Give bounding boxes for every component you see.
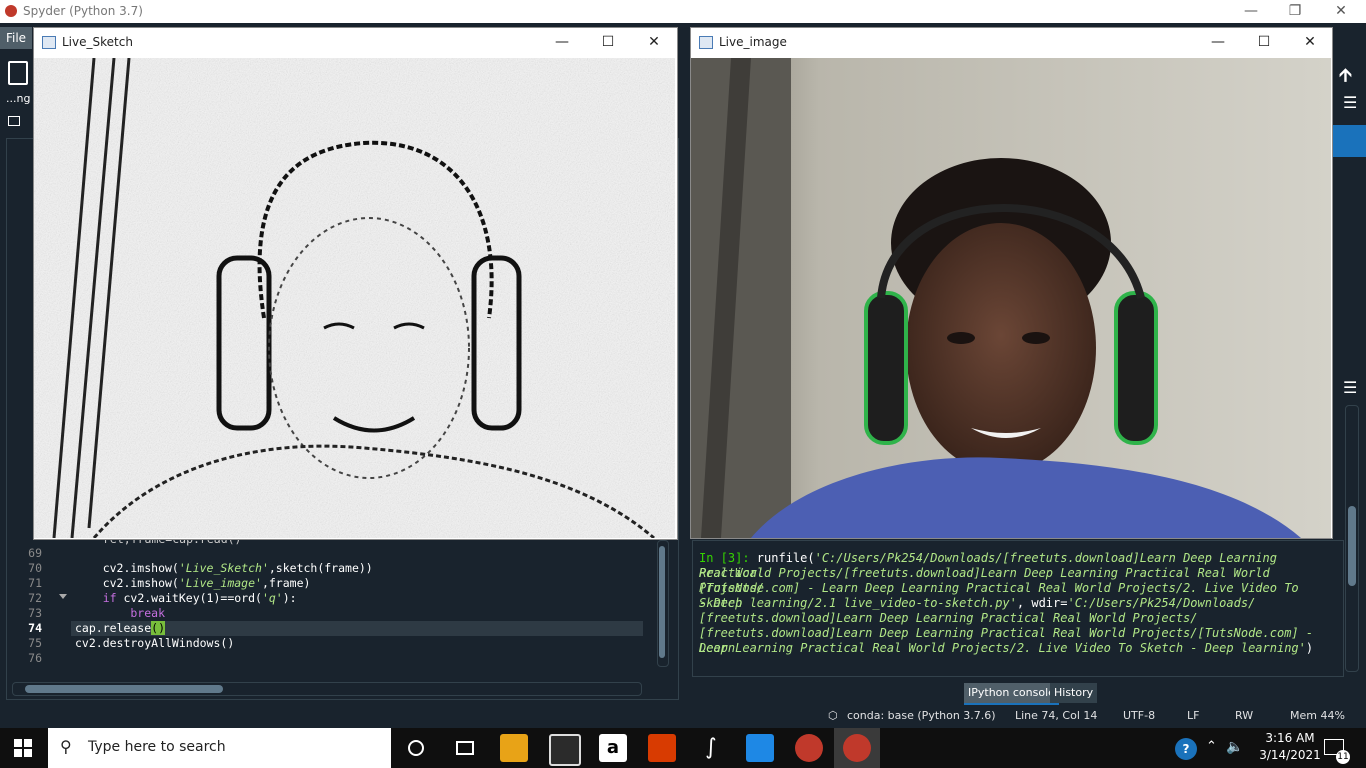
scrollbar-thumb[interactable] [1348, 506, 1356, 586]
right-pane-toolbar: 🡩 ☰ [1333, 57, 1366, 367]
close-button[interactable]: ✕ [631, 28, 677, 57]
maximize-button[interactable]: ❐ [1272, 0, 1318, 23]
editor-horizontal-scrollbar[interactable] [12, 682, 642, 696]
clock-time: 3:16 AM [1265, 731, 1315, 745]
maximize-button[interactable]: ☐ [585, 28, 631, 57]
help-icon[interactable]: ? [1175, 738, 1197, 760]
status-encoding: UTF-8 [1123, 709, 1156, 722]
scrollbar-thumb[interactable] [25, 685, 223, 693]
spyder-taskbar-icon[interactable] [795, 734, 823, 762]
status-cursor-position: Line 74, Col 14 [1015, 709, 1098, 722]
line-number: 69 [28, 546, 42, 560]
conda-icon: ⬡ [828, 709, 838, 722]
search-placeholder: Type here to search [88, 739, 226, 755]
office-icon[interactable] [648, 734, 676, 762]
editor-tab-label[interactable]: ...ng [6, 92, 30, 105]
tab-history[interactable]: History [1050, 683, 1098, 703]
pane-tab-selected[interactable] [1333, 125, 1366, 157]
window-app-icon [42, 36, 56, 49]
code-line[interactable]: break [75, 606, 165, 621]
console-line: - Deep learning/2.1 live_video-to-sketch… [699, 596, 1256, 610]
chevron-up-icon[interactable]: ⌃ [1206, 739, 1217, 754]
options-menu-icon[interactable]: ☰ [1343, 93, 1357, 112]
menu-file[interactable]: File [0, 27, 32, 49]
notification-badge: 11 [1336, 750, 1350, 764]
minimize-button[interactable]: — [539, 28, 585, 57]
scrollbar-thumb[interactable] [659, 546, 665, 658]
console-vertical-scrollbar[interactable] [1345, 405, 1359, 672]
clock-date: 3/14/2021 [1259, 748, 1321, 762]
taskbar-clock[interactable]: 3:16 AM 3/14/2021 [1250, 730, 1330, 764]
console-options-icon[interactable]: ☰ [1343, 378, 1357, 397]
spyder-logo-icon [5, 5, 17, 17]
line-number: 75 [28, 636, 42, 650]
line-number: 72 [28, 591, 42, 605]
live-sketch-title: Live_Sketch [62, 35, 133, 49]
status-conda-env: conda: base (Python 3.7.6) [847, 709, 996, 722]
minimize-button[interactable]: — [1195, 28, 1241, 57]
code-line[interactable]: cv2.destroyAllWindows() [75, 636, 234, 651]
new-file-icon[interactable] [8, 61, 28, 85]
editor-vertical-scrollbar[interactable] [657, 540, 669, 667]
status-memory: Mem 44% [1290, 709, 1345, 722]
up-arrow-icon[interactable]: 🡩 [1339, 63, 1352, 93]
line-number-current: 74 [28, 621, 42, 635]
line-number: 70 [28, 561, 42, 575]
code-line[interactable]: cv2.imshow('Live_image',frame) [75, 576, 311, 591]
minimize-button[interactable]: — [1228, 0, 1274, 23]
webcam-image [691, 58, 1331, 538]
file-explorer-icon[interactable] [500, 734, 528, 762]
windows-start-icon[interactable] [14, 739, 32, 757]
taskbar-search-box[interactable]: ⚲ Type here to search [48, 728, 391, 768]
line-number: 76 [28, 651, 42, 665]
live-sketch-title-bar[interactable]: Live_Sketch — ☐ ✕ [34, 28, 677, 57]
spyder-window-title: Spyder (Python 3.7) [23, 4, 143, 18]
status-bar: ⬡ conda: base (Python 3.7.6) Line 74, Co… [0, 705, 1366, 728]
console-line: Deep Learning Practical Real World Proje… [699, 641, 1314, 655]
code-line[interactable]: if cv2.waitKey(1)==ord('q'): [75, 591, 297, 606]
spyder-taskbar-active[interactable] [834, 728, 880, 768]
media-player-icon[interactable] [746, 734, 774, 762]
live-image-window[interactable]: Live_image — ☐ ✕ [690, 27, 1333, 539]
live-image-title: Live_image [719, 35, 787, 49]
volume-icon[interactable]: 🔈 [1226, 739, 1243, 755]
task-view-icon[interactable] [451, 734, 479, 762]
sketch-image [34, 58, 675, 538]
close-button[interactable]: ✕ [1318, 0, 1364, 23]
spyder-icon [843, 734, 871, 762]
app-icon[interactable]: ∫ [697, 734, 725, 762]
cortana-icon[interactable] [402, 734, 430, 762]
live-image-title-bar[interactable]: Live_image — ☐ ✕ [691, 28, 1332, 57]
search-icon: ⚲ [60, 737, 72, 756]
console-line: [freetuts.download]Learn Deep Learning P… [699, 611, 1198, 625]
code-line-current[interactable]: cap.release() [75, 621, 166, 636]
fold-arrow-icon[interactable] [59, 594, 67, 599]
maximize-button[interactable]: ☐ [1241, 28, 1287, 57]
line-number: 73 [28, 606, 42, 620]
status-eol: LF [1187, 709, 1200, 722]
status-permissions: RW [1235, 709, 1254, 722]
close-button[interactable]: ✕ [1287, 28, 1333, 57]
store-icon[interactable] [549, 734, 581, 766]
window-app-icon [699, 36, 713, 49]
amazon-icon[interactable]: a [599, 734, 627, 762]
line-number: 71 [28, 576, 42, 590]
spyder-title-bar: Spyder (Python 3.7) — ❐ ✕ [0, 0, 1366, 23]
browse-tabs-icon[interactable] [8, 116, 20, 126]
code-line[interactable]: cv2.imshow('Live_Sketch',sketch(frame)) [75, 561, 373, 576]
live-sketch-window[interactable]: Live_Sketch — ☐ ✕ [33, 27, 678, 540]
tab-ipython-console[interactable]: IPython console [964, 683, 1059, 705]
